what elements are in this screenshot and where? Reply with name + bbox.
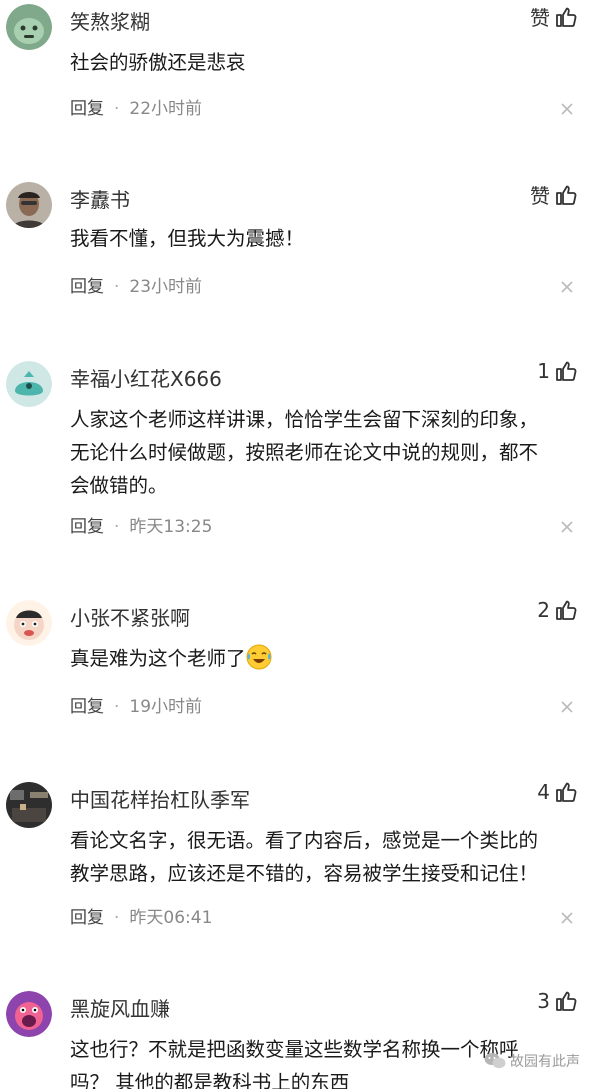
user-name[interactable]: 李纛书 [70,184,130,213]
avatar[interactable] [6,361,52,407]
comment-text: 看论文名字，很无语。看了内容后，感觉是一个类比的 教学思路，应该还是不错的，容易… [70,824,580,890]
like-label: 1 [537,359,550,383]
like-button[interactable]: 赞 [530,2,578,31]
comment-line: 真是难为这个老师了 [70,642,580,675]
comment-meta: 回复 · 22小时前 [70,99,203,119]
thumbs-up-icon [556,361,577,381]
like-button[interactable]: 3 [537,989,578,1013]
like-button[interactable]: 4 [537,780,578,804]
dismiss-button[interactable] [560,520,574,534]
dismiss-button[interactable] [560,280,574,294]
like-label: 赞 [530,184,550,208]
avatar[interactable] [6,182,52,228]
comment-meta: 回复 · 昨天13:25 [70,517,213,537]
comment-text: 社会的骄傲还是悲哀 [70,46,580,79]
timestamp: 19小时前 [129,697,203,717]
laughing-tears-emoji-icon [246,644,272,670]
thumbs-up-icon [556,991,577,1011]
comment-meta: 回复 · 23小时前 [70,277,203,297]
avatar[interactable] [6,782,52,828]
reply-button[interactable]: 回复 [70,277,104,297]
dismiss-button[interactable] [560,700,574,714]
dismiss-button[interactable] [560,102,574,116]
avatar[interactable] [6,600,52,646]
user-name[interactable]: 中国花样抬杠队季军 [70,784,250,813]
comment-meta: 回复 · 19小时前 [70,697,203,717]
thumbs-up-icon [556,7,577,27]
comment-line: 社会的骄傲还是悲哀 [70,51,246,74]
reply-button[interactable]: 回复 [70,908,104,928]
watermark: 故园有此声 [484,1051,580,1071]
comment-text: 真是难为这个老师了 [70,642,580,675]
like-button[interactable]: 2 [537,598,578,622]
user-name[interactable]: 小张不紧张啊 [70,602,190,631]
thumbs-up-icon [556,185,577,205]
wechat-icon [484,1053,506,1069]
comment-line: 我看不懂，但我大为震撼！ [70,227,305,250]
close-icon [561,912,573,924]
comment-list: 笑熬浆糊 赞 社会的骄傲还是悲哀 回复 · 22小时前 李纛书 赞 我看不懂，但我大… [0,0,594,1089]
comment-meta: 回复 · 昨天06:41 [70,908,213,928]
thumbs-up-icon [556,782,577,802]
comment-line: 看论文名字，很无语。看了内容后，感觉是一个类比的 [70,829,539,852]
close-icon [561,103,573,115]
close-icon [561,701,573,713]
like-label: 3 [537,989,550,1013]
reply-button[interactable]: 回复 [70,697,104,717]
comment-line: 人家这个老师这样讲课，恰恰学生会留下深刻的印象， [70,408,539,431]
watermark-text: 故园有此声 [510,1054,580,1070]
avatar[interactable] [6,4,52,50]
avatar[interactable] [6,991,52,1037]
timestamp: 23小时前 [129,277,203,297]
close-icon [561,281,573,293]
timestamp: 昨天13:25 [129,517,213,537]
timestamp: 昨天06:41 [129,908,213,928]
timestamp: 22小时前 [129,99,203,119]
comment-text: 我看不懂，但我大为震撼！ [70,222,580,255]
user-name[interactable]: 黑旋风血赚 [70,993,170,1022]
comment-line: 会做错的。 [70,474,168,497]
comment-line: 教学思路，应该还是不错的，容易被学生接受和记住！ [70,862,539,885]
close-icon [561,521,573,533]
dismiss-button[interactable] [560,911,574,925]
like-label: 2 [537,598,550,622]
reply-button[interactable]: 回复 [70,99,104,119]
like-button[interactable]: 赞 [530,180,578,209]
like-label: 4 [537,780,550,804]
thumbs-up-icon [556,600,577,620]
user-name[interactable]: 笑熬浆糊 [70,6,150,35]
comment-text: 人家这个老师这样讲课，恰恰学生会留下深刻的印象， 无论什么时候做题，按照老师在论… [70,403,580,502]
comment-line: 无论什么时候做题，按照老师在论文中说的规则，都不 [70,441,539,464]
like-label: 赞 [530,6,550,30]
like-button[interactable]: 1 [537,359,578,383]
reply-button[interactable]: 回复 [70,517,104,537]
user-name[interactable]: 幸福小红花X666 [70,363,222,392]
